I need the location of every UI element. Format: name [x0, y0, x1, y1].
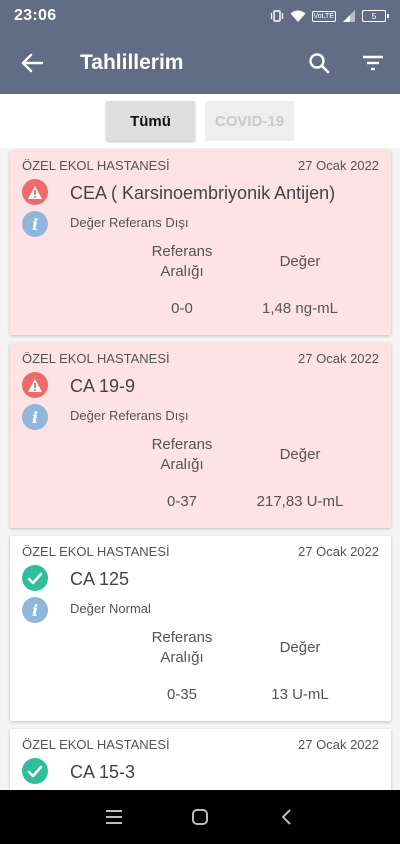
check-icon	[22, 758, 48, 784]
test-name: CA 15-3	[70, 762, 136, 782]
battery-level: 5	[371, 11, 377, 21]
status-bar: 23:06 VoLTE 5	[0, 0, 400, 32]
signal-icon	[342, 9, 356, 23]
result-card[interactable]: ÖZEL EKOL HASTANESİ 27 Ocak 2022 CEA ( K…	[10, 150, 391, 335]
arrow-left-icon	[21, 53, 43, 73]
warning-icon	[22, 179, 48, 205]
value-header: Değer	[279, 639, 321, 656]
warning-icon	[22, 372, 48, 398]
search-icon	[309, 53, 330, 74]
result-date: 27 Ocak 2022	[298, 544, 379, 559]
filter-tabs: Tümü COVID-19	[0, 94, 400, 148]
system-nav-bar	[0, 790, 400, 844]
result-value: 13 U-mL	[271, 686, 329, 703]
test-name: CEA ( Karsinoembriyonik Antijen)	[70, 183, 336, 203]
hospital-name: ÖZEL EKOL HASTANESİ	[22, 158, 170, 173]
system-back-button[interactable]	[243, 790, 329, 844]
info-icon[interactable]: i	[22, 211, 48, 237]
value-header: Değer	[279, 446, 321, 463]
info-icon[interactable]: i	[22, 404, 48, 430]
hospital-name: ÖZEL EKOL HASTANESİ	[22, 737, 170, 752]
reference-range-header: Referans Aralığı	[151, 629, 213, 666]
filter-button[interactable]	[346, 32, 400, 94]
vibrate-icon	[270, 9, 284, 23]
result-note: Değer Referans Dışı	[70, 215, 189, 230]
reference-range-value: 0-0	[171, 300, 193, 317]
result-card[interactable]: ÖZEL EKOL HASTANESİ 27 Ocak 2022 CA 19-9…	[10, 343, 391, 528]
page-title: Tahlillerim	[80, 51, 184, 74]
reference-range-value: 0-37	[166, 493, 198, 510]
home-icon	[192, 809, 208, 825]
result-value: 217,83 U-mL	[256, 493, 344, 510]
result-note: Değer Normal	[70, 601, 151, 616]
check-icon	[22, 565, 48, 591]
test-name: CA 19-9	[70, 376, 136, 396]
app-actions	[292, 32, 400, 94]
card-header: ÖZEL EKOL HASTANESİ 27 Ocak 2022	[22, 158, 379, 173]
test-name: CA 125	[70, 569, 130, 589]
value-header: Değer	[279, 253, 321, 270]
filter-icon	[363, 55, 383, 71]
card-header: ÖZEL EKOL HASTANESİ 27 Ocak 2022	[22, 737, 379, 752]
menu-icon	[106, 810, 122, 824]
menu-button[interactable]	[71, 790, 157, 844]
result-date: 27 Ocak 2022	[298, 737, 379, 752]
card-header: ÖZEL EKOL HASTANESİ 27 Ocak 2022	[22, 351, 379, 366]
status-time: 23:06	[14, 7, 57, 24]
reference-range-value: 0-35	[166, 686, 198, 703]
info-icon[interactable]: i	[22, 597, 48, 623]
card-header: ÖZEL EKOL HASTANESİ 27 Ocak 2022	[22, 544, 379, 559]
result-date: 27 Ocak 2022	[298, 351, 379, 366]
result-card[interactable]: ÖZEL EKOL HASTANESİ 27 Ocak 2022 CA 125 …	[10, 536, 391, 721]
wifi-icon	[290, 9, 306, 23]
battery-icon: 5	[362, 10, 389, 22]
status-icons: VoLTE 5	[270, 9, 389, 23]
home-button[interactable]	[157, 790, 243, 844]
reference-range-header: Referans Aralığı	[151, 243, 213, 280]
reference-range-header: Referans Aralığı	[151, 436, 213, 473]
result-date: 27 Ocak 2022	[298, 158, 379, 173]
tab-covid-19[interactable]: COVID-19	[205, 101, 294, 141]
result-value: 1,48 ng-mL	[262, 300, 338, 317]
chevron-left-icon	[282, 809, 291, 825]
hospital-name: ÖZEL EKOL HASTANESİ	[22, 351, 170, 366]
app-bar: Tahlillerim	[0, 32, 400, 94]
hospital-name: ÖZEL EKOL HASTANESİ	[22, 544, 170, 559]
back-button[interactable]	[0, 32, 64, 94]
search-button[interactable]	[292, 32, 346, 94]
volte-icon: VoLTE	[311, 10, 336, 22]
tab-all[interactable]: Tümü	[106, 101, 195, 141]
result-note: Değer Referans Dışı	[70, 408, 189, 423]
